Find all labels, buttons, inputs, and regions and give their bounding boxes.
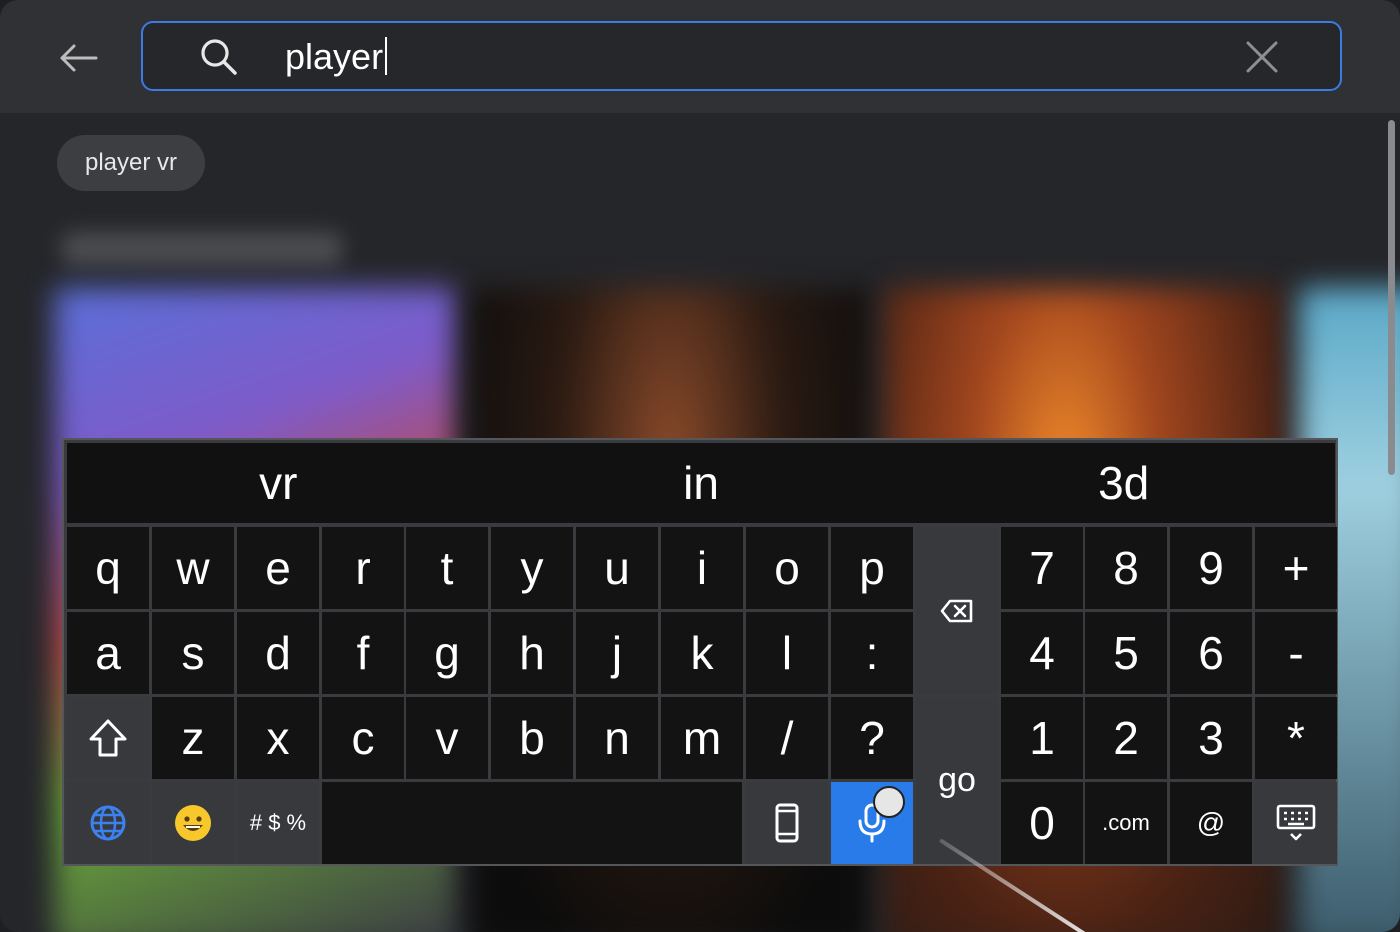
key-j[interactable]: j: [576, 612, 658, 694]
scrollbar-thumb[interactable]: [1388, 120, 1395, 475]
symbols-key[interactable]: # $ %: [237, 782, 319, 864]
key-k[interactable]: k: [661, 612, 743, 694]
search-query-text: player: [285, 36, 384, 77]
phone-icon: [775, 803, 799, 843]
back-button[interactable]: [56, 36, 100, 80]
keyboard-suggestion[interactable]: in: [490, 443, 913, 523]
key-at[interactable]: @: [1170, 782, 1252, 864]
key-d[interactable]: d: [237, 612, 319, 694]
key-m[interactable]: m: [661, 697, 743, 779]
search-suggestion-chip[interactable]: player vr: [57, 135, 206, 191]
backspace-key[interactable]: [916, 527, 998, 694]
key-s[interactable]: s: [152, 612, 234, 694]
key-z[interactable]: z: [152, 697, 234, 779]
clear-icon[interactable]: [1244, 39, 1280, 75]
app-window: player player vr vr in 3d q w e r t y u …: [0, 0, 1400, 932]
device-key[interactable]: [746, 782, 828, 864]
keyboard-suggestion[interactable]: vr: [67, 443, 490, 523]
key-1[interactable]: 1: [1001, 697, 1083, 779]
key-asterisk[interactable]: *: [1255, 697, 1337, 779]
key-slash[interactable]: /: [746, 697, 828, 779]
key-l[interactable]: l: [746, 612, 828, 694]
emoji-key[interactable]: [152, 782, 234, 864]
key-9[interactable]: 9: [1170, 527, 1252, 609]
key-n[interactable]: n: [576, 697, 658, 779]
top-bar: player: [0, 0, 1400, 113]
key-q[interactable]: q: [67, 527, 149, 609]
key-5[interactable]: 5: [1085, 612, 1167, 694]
key-v[interactable]: v: [406, 697, 488, 779]
key-question[interactable]: ?: [831, 697, 913, 779]
go-key[interactable]: go: [916, 697, 998, 864]
key-8[interactable]: 8: [1085, 527, 1167, 609]
globe-icon: [90, 805, 126, 841]
key-w[interactable]: w: [152, 527, 234, 609]
key-2[interactable]: 2: [1085, 697, 1167, 779]
key-a[interactable]: a: [67, 612, 149, 694]
key-o[interactable]: o: [746, 527, 828, 609]
key-4[interactable]: 4: [1001, 612, 1083, 694]
search-icon: [201, 39, 237, 75]
keyboard-suggestion-bar: vr in 3d: [67, 443, 1335, 523]
hide-keyboard-key[interactable]: [1255, 782, 1337, 864]
backspace-icon: [940, 599, 973, 622]
language-key[interactable]: [67, 782, 149, 864]
key-7[interactable]: 7: [1001, 527, 1083, 609]
emoji-icon: [175, 805, 211, 841]
key-h[interactable]: h: [491, 612, 573, 694]
key-0[interactable]: 0: [1001, 782, 1083, 864]
controller-pointer-cursor: [873, 786, 905, 818]
shift-icon: [89, 719, 127, 757]
key-6[interactable]: 6: [1170, 612, 1252, 694]
shift-key[interactable]: [67, 697, 149, 779]
key-t[interactable]: t: [406, 527, 488, 609]
on-screen-keyboard: vr in 3d q w e r t y u i o p a s d f g h…: [62, 438, 1338, 866]
key-r[interactable]: r: [322, 527, 404, 609]
key-b[interactable]: b: [491, 697, 573, 779]
key-f[interactable]: f: [322, 612, 404, 694]
key-e[interactable]: e: [237, 527, 319, 609]
key-i[interactable]: i: [661, 527, 743, 609]
key-dotcom[interactable]: .com: [1085, 782, 1167, 864]
key-plus[interactable]: +: [1255, 527, 1337, 609]
blurred-section-title: [62, 232, 342, 266]
key-3[interactable]: 3: [1170, 697, 1252, 779]
key-c[interactable]: c: [322, 697, 404, 779]
space-bar[interactable]: [322, 782, 742, 864]
back-arrow-icon: [60, 44, 98, 72]
search-input[interactable]: player: [285, 32, 1185, 82]
key-y[interactable]: y: [491, 527, 573, 609]
keyboard-suggestion[interactable]: 3d: [912, 443, 1335, 523]
key-p[interactable]: p: [831, 527, 913, 609]
key-minus[interactable]: -: [1255, 612, 1337, 694]
key-colon[interactable]: :: [831, 612, 913, 694]
keyboard-hide-icon: [1276, 804, 1316, 841]
key-u[interactable]: u: [576, 527, 658, 609]
text-caret: [385, 37, 388, 75]
key-x[interactable]: x: [237, 697, 319, 779]
search-box[interactable]: player: [141, 21, 1342, 91]
key-g[interactable]: g: [406, 612, 488, 694]
